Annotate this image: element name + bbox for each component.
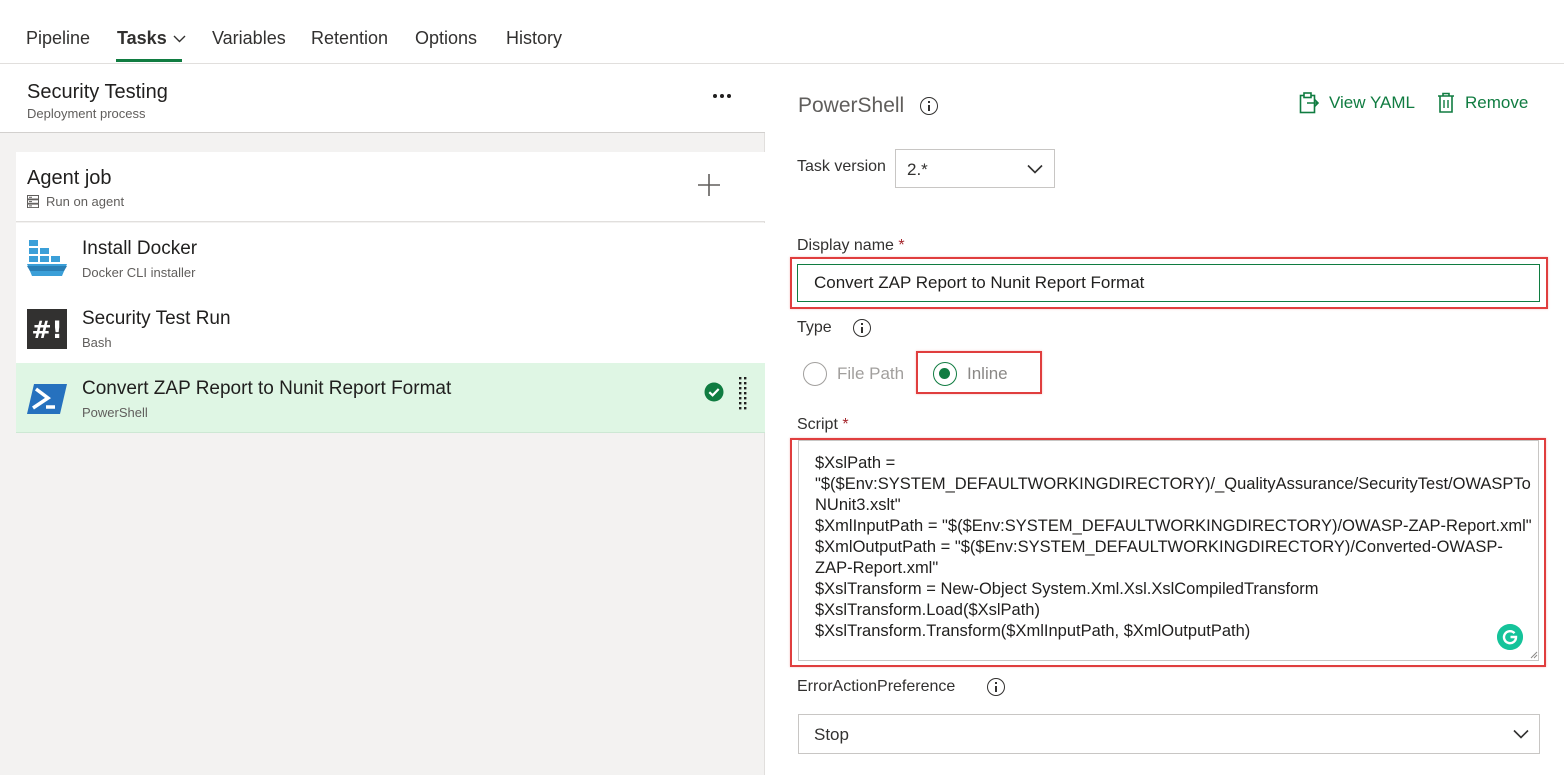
task-convert-zap-report[interactable]: Convert ZAP Report to Nunit Report Forma… xyxy=(16,363,765,433)
resize-handle-icon[interactable] xyxy=(1528,649,1538,659)
stage-title: Security Testing xyxy=(27,81,168,103)
agent-job-subtitle: Run on agent xyxy=(27,194,124,209)
radio-file-path-label: File Path xyxy=(837,364,905,383)
active-tab-indicator xyxy=(116,59,182,62)
task-install-docker[interactable]: Install Docker Docker CLI installer xyxy=(16,223,765,293)
script-line: $XslTransform.Load($XslPath) xyxy=(815,601,1040,619)
script-line: NUnit3.xslt" xyxy=(815,496,901,514)
docker-icon xyxy=(27,240,67,276)
tab-history[interactable]: History xyxy=(506,28,562,49)
task-subtitle: Docker CLI installer xyxy=(82,265,196,280)
required-mark: * xyxy=(898,237,905,254)
bash-icon: #! xyxy=(27,309,67,349)
svg-text:#!: #! xyxy=(31,316,62,344)
view-yaml-label: View YAML xyxy=(1329,93,1415,112)
tab-options[interactable]: Options xyxy=(415,28,477,49)
view-yaml-button[interactable]: View YAML xyxy=(1299,92,1415,114)
chevron-down-icon xyxy=(1027,164,1043,174)
error-action-select[interactable]: Stop xyxy=(798,714,1540,754)
trash-icon xyxy=(1438,92,1454,113)
task-version-value: 2.* xyxy=(907,160,928,179)
script-line: $XslTransform = New-Object System.Xml.Xs… xyxy=(815,580,1319,598)
type-label: Type xyxy=(797,319,832,336)
stage-subtitle: Deployment process xyxy=(27,106,146,121)
error-action-label: ErrorActionPreference xyxy=(797,678,956,695)
script-textarea[interactable]: $XslPath = "$($Env:SYSTEM_DEFAULTWORKING… xyxy=(798,440,1539,661)
chevron-down-icon xyxy=(1513,729,1529,739)
tab-pipeline[interactable]: Pipeline xyxy=(26,28,90,49)
tab-tasks[interactable]: Tasks xyxy=(117,28,186,49)
remove-button[interactable]: Remove xyxy=(1437,92,1528,113)
more-actions-icon[interactable] xyxy=(708,83,736,107)
radio-circle xyxy=(933,362,957,386)
radio-circle xyxy=(803,362,827,386)
script-line: "$($Env:SYSTEM_DEFAULTWORKINGDIRECTORY)/… xyxy=(815,475,1531,493)
task-subtitle: Bash xyxy=(82,335,112,350)
process-pane: Security Testing Deployment process Agen… xyxy=(0,65,765,775)
task-version-label: Task version xyxy=(797,158,886,175)
chevron-down-icon xyxy=(173,35,186,43)
script-label-text: Script xyxy=(797,416,838,433)
task-title: Install Docker xyxy=(82,238,198,259)
script-line: ZAP-Report.xml" xyxy=(815,559,939,577)
task-security-test-run[interactable]: #! Security Test Run Bash xyxy=(16,293,765,363)
panel-title-text: PowerShell xyxy=(798,94,905,117)
radio-inline-label: Inline xyxy=(967,364,1008,383)
agent-job-subtitle-text: Run on agent xyxy=(46,194,125,209)
server-icon xyxy=(27,195,39,208)
drag-handle-icon[interactable] xyxy=(738,377,748,413)
script-line: $XmlInputPath = "$($Env:SYSTEM_DEFAULTWO… xyxy=(815,517,1532,535)
task-details-pane: PowerShell View YAML Remove Task version… xyxy=(766,65,1564,775)
display-name-input[interactable] xyxy=(797,264,1540,302)
error-action-value: Stop xyxy=(814,725,849,744)
powershell-icon xyxy=(27,384,67,414)
required-mark: * xyxy=(842,416,849,433)
agent-job-title: Agent job xyxy=(27,167,112,189)
stage-header[interactable]: Security Testing Deployment process xyxy=(0,65,765,133)
tab-variables[interactable]: Variables xyxy=(212,28,286,49)
remove-label: Remove xyxy=(1465,92,1529,112)
task-title: Security Test Run xyxy=(82,308,231,329)
pipeline-tab-bar: Pipeline Tasks Variables Retention Optio… xyxy=(0,0,1564,64)
script-line: $XslPath = xyxy=(815,454,896,472)
add-task-icon[interactable] xyxy=(696,172,722,198)
info-icon[interactable] xyxy=(987,678,1005,696)
info-icon[interactable] xyxy=(920,97,939,115)
grammarly-icon[interactable] xyxy=(1497,624,1523,650)
task-version-select[interactable]: 2.* xyxy=(895,149,1055,188)
display-name-label: Display name * xyxy=(797,237,905,255)
script-line: $XmlOutputPath = "$($Env:SYSTEM_DEFAULTW… xyxy=(815,538,1503,556)
clipboard-icon xyxy=(1299,92,1319,114)
tab-retention[interactable]: Retention xyxy=(311,28,388,49)
checkmark-circle-icon xyxy=(704,382,724,402)
display-name-label-text: Display name xyxy=(797,237,894,254)
script-line: $XslTransform.Transform($XmlInputPath, $… xyxy=(815,622,1251,640)
tab-tasks-label: Tasks xyxy=(117,28,167,48)
task-title: Convert ZAP Report to Nunit Report Forma… xyxy=(82,378,452,399)
task-subtitle: PowerShell xyxy=(82,405,148,420)
agent-job[interactable]: Agent job Run on agent xyxy=(16,152,765,222)
radio-inline[interactable]: Inline xyxy=(933,362,1008,386)
info-icon[interactable] xyxy=(853,319,871,337)
script-label: Script * xyxy=(797,416,849,434)
panel-title: PowerShell xyxy=(798,94,939,118)
radio-file-path[interactable]: File Path xyxy=(803,362,904,386)
